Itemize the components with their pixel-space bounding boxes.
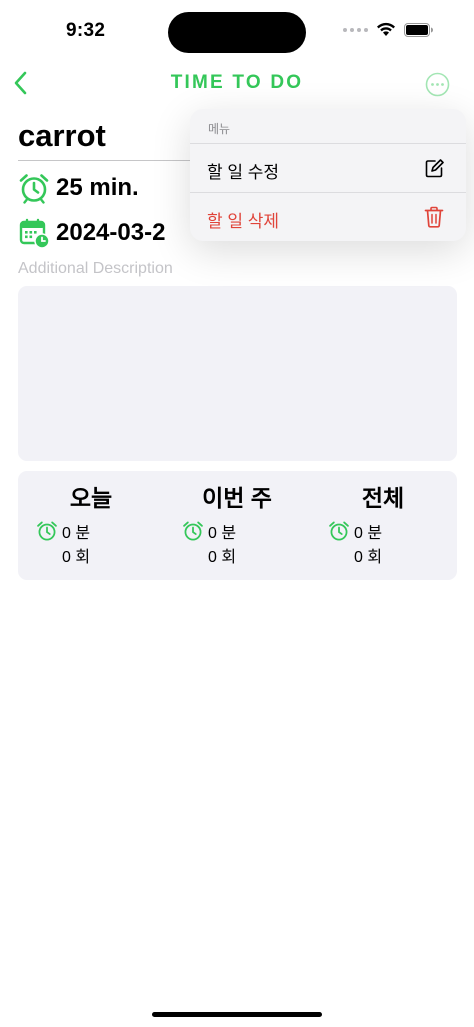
context-menu: 메뉴 할 일 수정 할 일 삭제 [190,109,466,241]
stats-panel: 오늘 0 분 0 회 이번 주 0 분 0 회 전체 0 분 0 회 [18,471,457,580]
alarm-clock-icon [37,521,57,541]
home-indicator [152,1012,322,1017]
calendar-clock-icon [19,218,50,249]
stat-minutes-row: 0 분 [328,519,382,543]
date-value: 2024-03-2 [56,219,166,246]
description-field[interactable] [18,286,457,461]
menu-item-label: 할 일 삭제 [207,212,280,231]
alarm-clock-icon [183,521,203,541]
cellular-signal-icon [343,27,368,32]
stat-today: 오늘 0 분 0 회 [18,471,164,580]
stat-count: 0 회 [354,549,383,566]
status-time: 9:32 [66,20,106,41]
stat-count: 0 회 [208,549,237,566]
stat-total: 전체 0 분 0 회 [310,471,456,580]
duration-value: 25 min. [56,174,139,201]
duration-row: 25 min. [18,172,139,204]
battery-icon [404,22,433,37]
stat-heading: 오늘 [69,485,113,511]
stat-minutes: 0 분 [62,525,91,542]
stat-heading: 전체 [361,485,405,511]
trash-icon [424,206,444,228]
stat-minutes-row: 0 분 [182,519,236,543]
dynamic-island [168,12,306,53]
status-icons [343,22,434,37]
square-pencil-icon [425,159,444,178]
status-bar: 9:32 [0,0,474,60]
stat-minutes: 0 분 [208,525,237,542]
title-divider [18,160,200,161]
alarm-clock-icon [329,521,349,541]
menu-header: 메뉴 [208,122,231,136]
ellipsis-circle-icon [425,72,450,97]
nav-bar: TIME TO DO [0,60,474,108]
menu-item-label: 할 일 수정 [207,163,280,182]
description-label: Additional Description [18,260,173,277]
task-title: carrot [18,118,106,153]
alarm-clock-icon [19,174,49,204]
page-title: TIME TO DO [170,72,304,93]
stat-minutes: 0 분 [354,525,383,542]
edit-task-menu-item[interactable]: 할 일 수정 [190,144,466,192]
more-options-button[interactable] [425,72,450,97]
wifi-icon [377,22,395,36]
stat-count: 0 회 [62,549,91,566]
stat-this-week: 이번 주 0 분 0 회 [164,471,310,580]
delete-task-menu-item[interactable]: 할 일 삭제 [190,193,466,241]
stat-heading: 이번 주 [202,485,272,511]
stat-minutes-row: 0 분 [36,519,90,543]
date-row: 2024-03-2 [18,217,165,249]
